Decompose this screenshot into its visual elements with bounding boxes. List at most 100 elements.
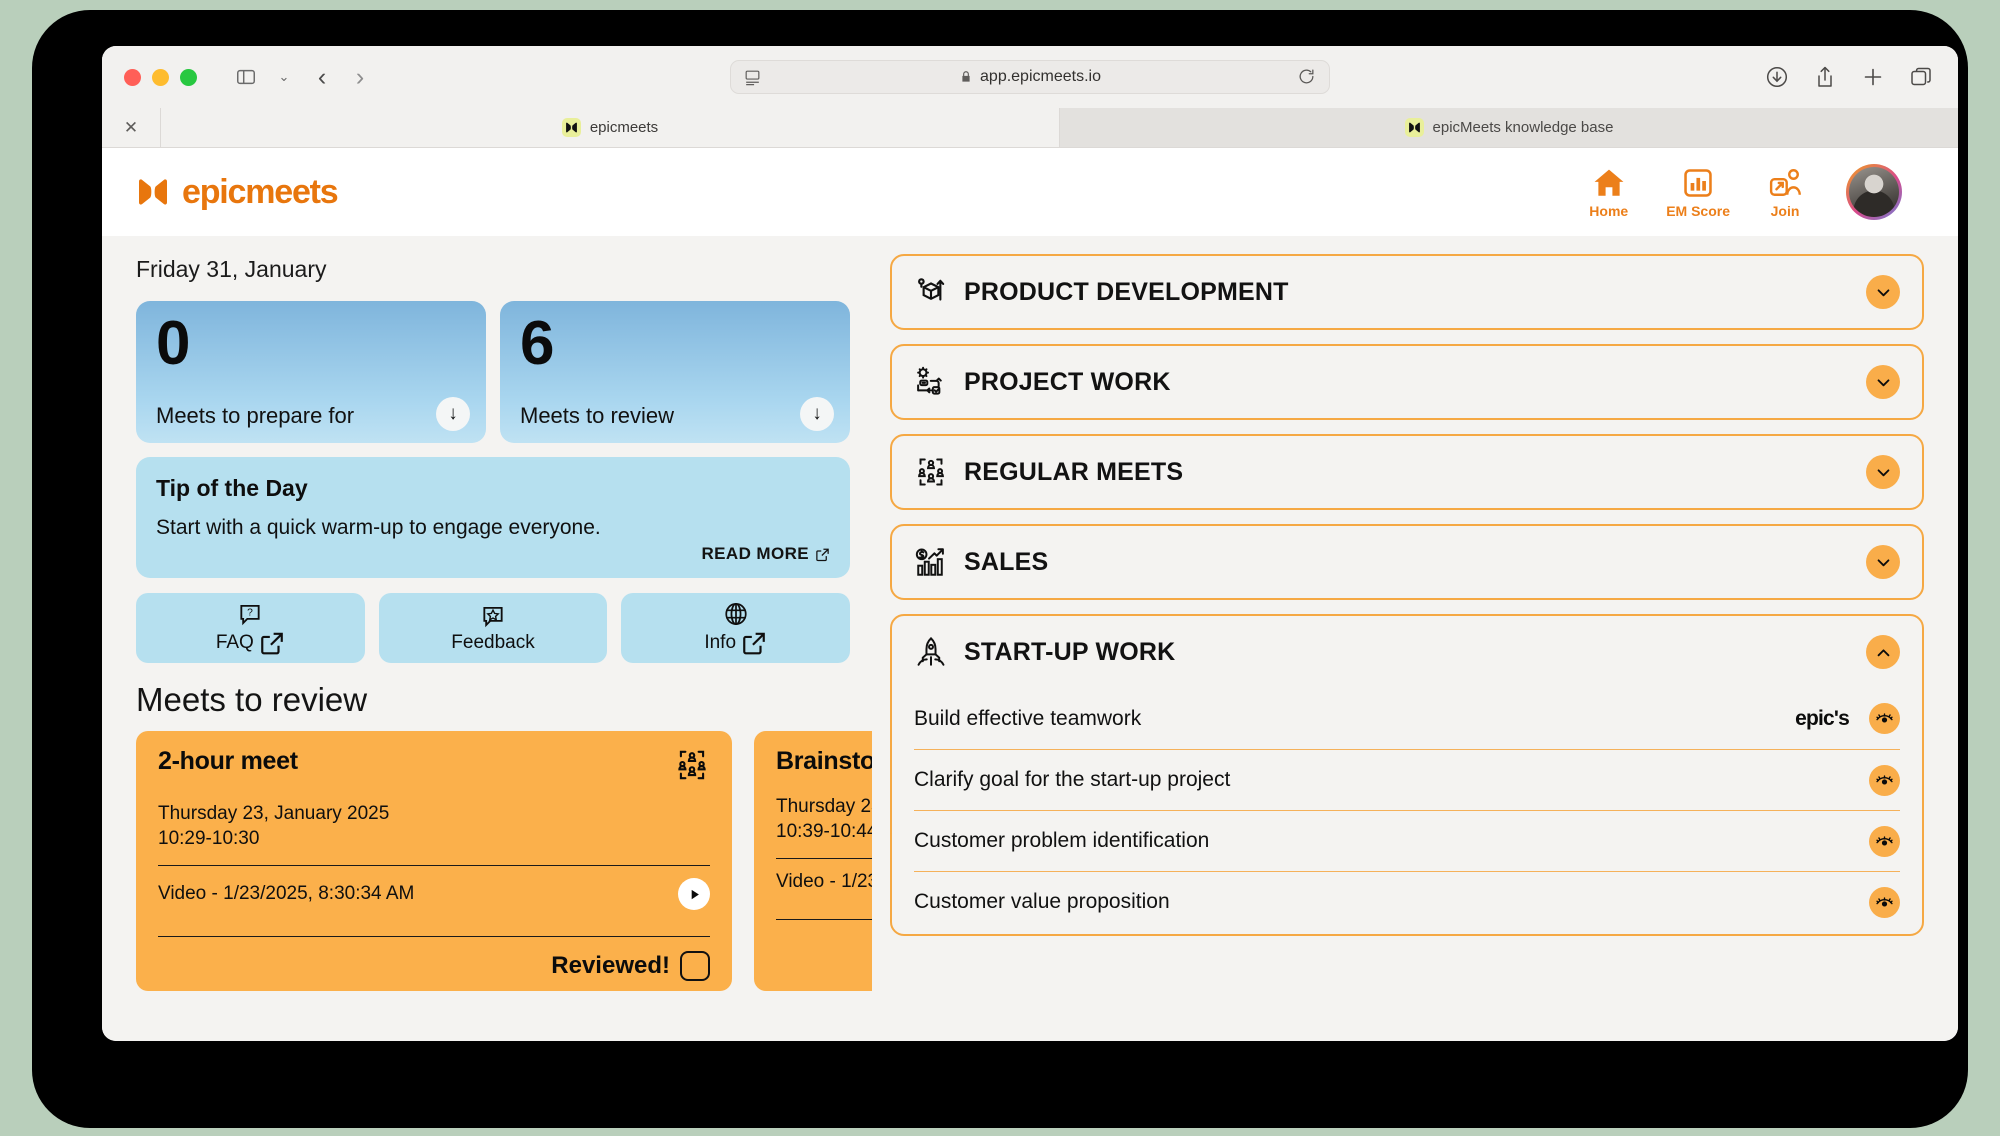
external-link-icon	[261, 632, 283, 654]
minimize-window-button[interactable]	[152, 68, 169, 86]
accordion-sales[interactable]: SALES	[890, 524, 1924, 600]
arrow-down-icon[interactable]: ↓	[436, 397, 470, 431]
chevron-down-icon[interactable]	[1866, 365, 1900, 399]
meets-to-review-heading: Meets to review	[136, 681, 368, 718]
epics-badge: epic's	[1795, 706, 1850, 730]
tab-knowledge-base[interactable]: epicMeets knowledge base	[1059, 108, 1958, 147]
arrow-down-icon[interactable]: ↓	[800, 397, 834, 431]
play-icon[interactable]	[678, 878, 710, 911]
info-button[interactable]: Info	[621, 593, 851, 663]
list-item[interactable]: Build effective teamwork epic's	[914, 688, 1900, 749]
stat-card-review[interactable]: 6 Meets to review ↓	[500, 301, 850, 443]
reader-view-icon[interactable]	[743, 68, 763, 86]
tab-epicmeets[interactable]: epicmeets	[160, 108, 1059, 147]
list-item[interactable]: Clarify goal for the start-up project	[914, 749, 1900, 810]
list-item-label: Clarify goal for the start-up project	[914, 768, 1231, 791]
meet-card[interactable]: Brainstorm Thursday 23 10:39-10:44 Video…	[754, 731, 872, 991]
accordion-body: Build effective teamwork epic's Clarify …	[914, 688, 1900, 934]
chevron-down-icon[interactable]	[1866, 275, 1900, 309]
meet-time: 10:29-10:30	[158, 828, 260, 850]
quick-links-row: ? FAQ Feedback Info	[136, 593, 851, 663]
people-group-icon	[918, 458, 944, 486]
address-bar[interactable]: app.epicmeets.io	[730, 60, 1330, 94]
accordion-header[interactable]: START-UP WORK	[914, 616, 1900, 688]
info-text: Info	[704, 631, 737, 653]
nav-home-label: Home	[1589, 202, 1629, 219]
feedback-button[interactable]: Feedback	[378, 593, 608, 663]
bar-chart-icon	[1684, 168, 1712, 197]
meet-title: Brainstorm	[776, 747, 872, 775]
eye-icon[interactable]	[1869, 825, 1900, 857]
forward-chevron-icon[interactable]: ›	[343, 60, 377, 94]
eye-icon[interactable]	[1869, 703, 1900, 734]
sidebar-icon[interactable]	[229, 60, 263, 94]
maximize-window-button[interactable]	[180, 68, 197, 86]
rocket-icon	[917, 637, 945, 666]
tab-title: epicMeets knowledge base	[1432, 119, 1614, 136]
list-item[interactable]: Customer problem identification	[914, 810, 1900, 871]
app-body: Friday 31, January 0 Meets to prepare fo…	[102, 236, 1958, 1041]
url-value: app.epicmeets.io	[980, 68, 1101, 85]
accordion-header[interactable]: PRODUCT DEVELOPMENT	[914, 256, 1900, 328]
accordion-header[interactable]: SALES	[914, 526, 1900, 598]
list-item-label: Customer value proposition	[914, 890, 1170, 913]
accordion-title: REGULAR MEETS	[964, 457, 1184, 486]
left-column: Friday 31, January 0 Meets to prepare fo…	[102, 236, 872, 1041]
eye-icon[interactable]	[1869, 886, 1900, 918]
app-nav: Home EM Score Join	[1589, 164, 1902, 220]
chevron-down-icon[interactable]: ⌄	[267, 60, 301, 94]
join-person-icon	[1769, 168, 1801, 196]
workflow-gear-icon	[917, 366, 942, 395]
download-icon[interactable]	[1762, 62, 1792, 92]
accordion-start-up-work[interactable]: START-UP WORK Build effective teamwork e…	[890, 614, 1924, 936]
share-icon[interactable]	[1810, 62, 1840, 92]
list-item-label: Build effective teamwork	[914, 706, 1142, 730]
read-more-link[interactable]: READ MORE	[702, 544, 831, 564]
nav-em-score[interactable]: EM Score	[1666, 166, 1730, 219]
accordion-title: PRODUCT DEVELOPMENT	[964, 277, 1289, 306]
close-window-button[interactable]	[124, 68, 141, 86]
meet-card[interactable]: 2-hour meet Thursday 23, January 2025 10…	[136, 731, 732, 991]
tip-title: Tip of the Day	[156, 475, 308, 501]
accordion-header[interactable]: REGULAR MEETS	[914, 436, 1900, 508]
accordion-project-work[interactable]: PROJECT WORK	[890, 344, 1924, 420]
categories-accordion: PRODUCT DEVELOPMENT PROJECT WORK REGULAR…	[890, 254, 1924, 936]
read-more-label: READ MORE	[701, 544, 809, 563]
chevron-down-icon[interactable]	[1866, 455, 1900, 489]
meet-video-row[interactable]: Video - 1/23/2025, 8:30:34 AM	[158, 866, 710, 922]
plus-icon[interactable]	[1858, 62, 1888, 92]
meet-video-row[interactable]: Video - 1/23	[776, 859, 872, 905]
reviewed-control[interactable]: Reviewed!	[551, 951, 710, 981]
nav-join-label: Join	[1770, 202, 1800, 219]
reload-icon[interactable]	[1297, 67, 1317, 87]
address-bar-text[interactable]: app.epicmeets.io	[763, 68, 1297, 86]
accordion-product-development[interactable]: PRODUCT DEVELOPMENT	[890, 254, 1924, 330]
right-column: PRODUCT DEVELOPMENT PROJECT WORK REGULAR…	[872, 236, 1958, 1041]
back-chevron-icon[interactable]: ‹	[305, 60, 339, 94]
chevron-down-icon[interactable]	[1866, 545, 1900, 579]
window-controls[interactable]	[124, 68, 197, 86]
list-item-label: Customer problem identification	[914, 829, 1210, 852]
nav-join[interactable]: Join	[1768, 166, 1802, 219]
browser-toolbar: ⌄ ‹ › app.epicmeets.io	[102, 46, 1958, 108]
lock-icon	[962, 71, 970, 82]
question-bubble-icon: ?	[240, 604, 260, 625]
list-item[interactable]: Customer value proposition	[914, 871, 1900, 932]
tab-overview-icon[interactable]	[1906, 62, 1936, 92]
current-date: Friday 31, January	[136, 256, 327, 282]
eye-icon[interactable]	[1869, 764, 1900, 796]
avatar[interactable]	[1846, 164, 1902, 220]
stat-card-prepare[interactable]: 0 Meets to prepare for ↓	[136, 301, 486, 443]
brand-logo[interactable]: epicmeets	[136, 173, 339, 212]
meet-datetime: Thursday 23 10:39-10:44	[776, 794, 872, 844]
faq-label: FAQ	[216, 630, 285, 656]
accordion-regular-meets[interactable]: REGULAR MEETS	[890, 434, 1924, 510]
external-link-icon	[743, 632, 765, 654]
faq-button[interactable]: ? FAQ	[136, 593, 365, 663]
accordion-header[interactable]: PROJECT WORK	[914, 346, 1900, 418]
meet-title: 2-hour meet	[158, 747, 298, 775]
nav-home[interactable]: Home	[1589, 166, 1628, 219]
reviewed-checkbox[interactable]	[680, 951, 710, 981]
chevron-up-icon[interactable]	[1866, 635, 1900, 669]
close-icon[interactable]: ✕	[102, 108, 160, 147]
